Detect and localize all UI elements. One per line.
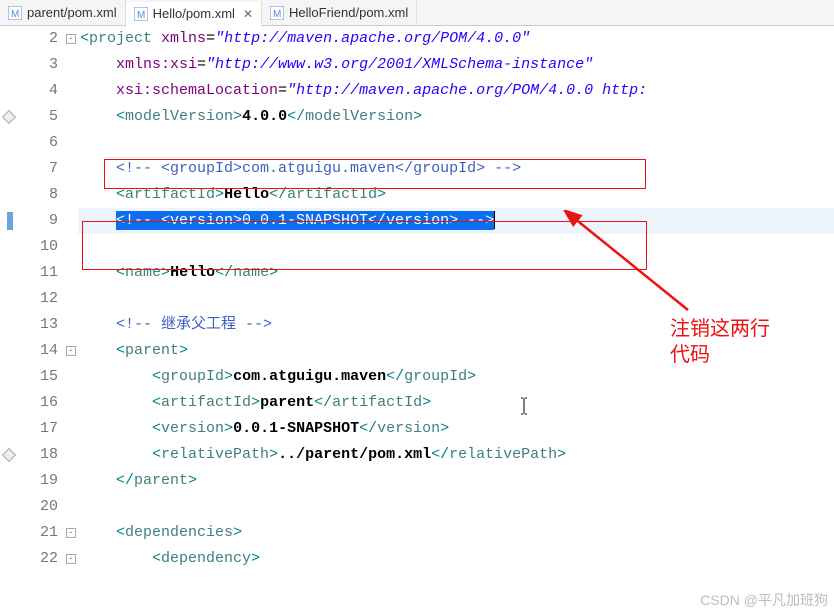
line-number: 16 [18, 390, 58, 416]
line-number: 13 [18, 312, 58, 338]
line-number: 22 [18, 546, 58, 572]
code-line[interactable]: <!-- <version>0.0.1-SNAPSHOT</version> -… [78, 208, 834, 234]
code-area[interactable]: <project xmlns="http://maven.apache.org/… [78, 26, 834, 614]
code-line[interactable]: <groupId>com.atguigu.maven</groupId> [78, 364, 834, 390]
code-line[interactable]: <project xmlns="http://maven.apache.org/… [78, 26, 834, 52]
svg-text:M: M [11, 9, 19, 20]
line-number: 7 [18, 156, 58, 182]
line-number: 3 [18, 52, 58, 78]
line-number: 18 [18, 442, 58, 468]
svg-text:M: M [273, 9, 281, 20]
code-line[interactable]: <parent> [78, 338, 834, 364]
maven-file-icon: M [270, 6, 284, 20]
tab-parent-pom[interactable]: M parent/pom.xml [0, 0, 126, 25]
line-number: 15 [18, 364, 58, 390]
code-line[interactable]: <!-- <groupId>com.atguigu.maven</groupId… [78, 156, 834, 182]
maven-file-icon: M [8, 6, 22, 20]
code-line[interactable]: <artifactId>parent</artifactId> [78, 390, 834, 416]
close-icon[interactable]: ✕ [243, 7, 253, 21]
code-line[interactable]: <version>0.0.1-SNAPSHOT</version> [78, 416, 834, 442]
watermark: CSDN @平凡加班狗 [700, 590, 828, 610]
tab-hellofriend-pom[interactable]: M HelloFriend/pom.xml [262, 0, 417, 25]
code-line[interactable] [78, 130, 834, 156]
line-number: 2 [18, 26, 58, 52]
fold-toggle-icon[interactable]: - [66, 528, 76, 538]
fold-toggle-icon[interactable]: - [66, 554, 76, 564]
code-editor[interactable]: 2345678910111213141516171819202122 - - -- … [0, 26, 834, 614]
line-number: 14 [18, 338, 58, 364]
marker-ruler [0, 26, 18, 614]
code-line[interactable] [78, 286, 834, 312]
line-number: 11 [18, 260, 58, 286]
line-number: 21 [18, 520, 58, 546]
editor-tabbar: M parent/pom.xml M Hello/pom.xml ✕ M Hel… [0, 0, 834, 26]
line-number: 4 [18, 78, 58, 104]
line-number: 17 [18, 416, 58, 442]
fold-toggle-icon[interactable]: - [66, 34, 76, 44]
line-number: 12 [18, 286, 58, 312]
line-number: 6 [18, 130, 58, 156]
code-line[interactable]: xmlns:xsi="http://www.w3.org/2001/XMLSch… [78, 52, 834, 78]
code-line[interactable]: <relativePath>../parent/pom.xml</relativ… [78, 442, 834, 468]
tab-label: Hello/pom.xml [153, 6, 235, 21]
line-number: 20 [18, 494, 58, 520]
code-line[interactable]: <artifactId>Hello</artifactId> [78, 182, 834, 208]
code-line[interactable]: </parent> [78, 468, 834, 494]
maven-file-icon: M [134, 7, 148, 21]
tab-label: parent/pom.xml [27, 5, 117, 20]
code-line[interactable]: <dependency> [78, 546, 834, 572]
code-line[interactable]: <modelVersion>4.0.0</modelVersion> [78, 104, 834, 130]
code-line[interactable]: <!-- 继承父工程 --> [78, 312, 834, 338]
code-line[interactable]: <name>Hello</name> [78, 260, 834, 286]
fold-ruler: - - - - [64, 26, 78, 614]
line-number: 19 [18, 468, 58, 494]
line-number-gutter: 2345678910111213141516171819202122 [18, 26, 64, 614]
line-number: 10 [18, 234, 58, 260]
svg-text:M: M [137, 10, 145, 21]
line-number: 8 [18, 182, 58, 208]
line-number: 9 [18, 208, 58, 234]
tab-label: HelloFriend/pom.xml [289, 5, 408, 20]
code-line[interactable] [78, 234, 834, 260]
tab-hello-pom[interactable]: M Hello/pom.xml ✕ [126, 0, 262, 25]
code-line[interactable]: xsi:schemaLocation="http://maven.apache.… [78, 78, 834, 104]
fold-toggle-icon[interactable]: - [66, 346, 76, 356]
code-line[interactable]: <dependencies> [78, 520, 834, 546]
line-number: 5 [18, 104, 58, 130]
code-line[interactable] [78, 494, 834, 520]
